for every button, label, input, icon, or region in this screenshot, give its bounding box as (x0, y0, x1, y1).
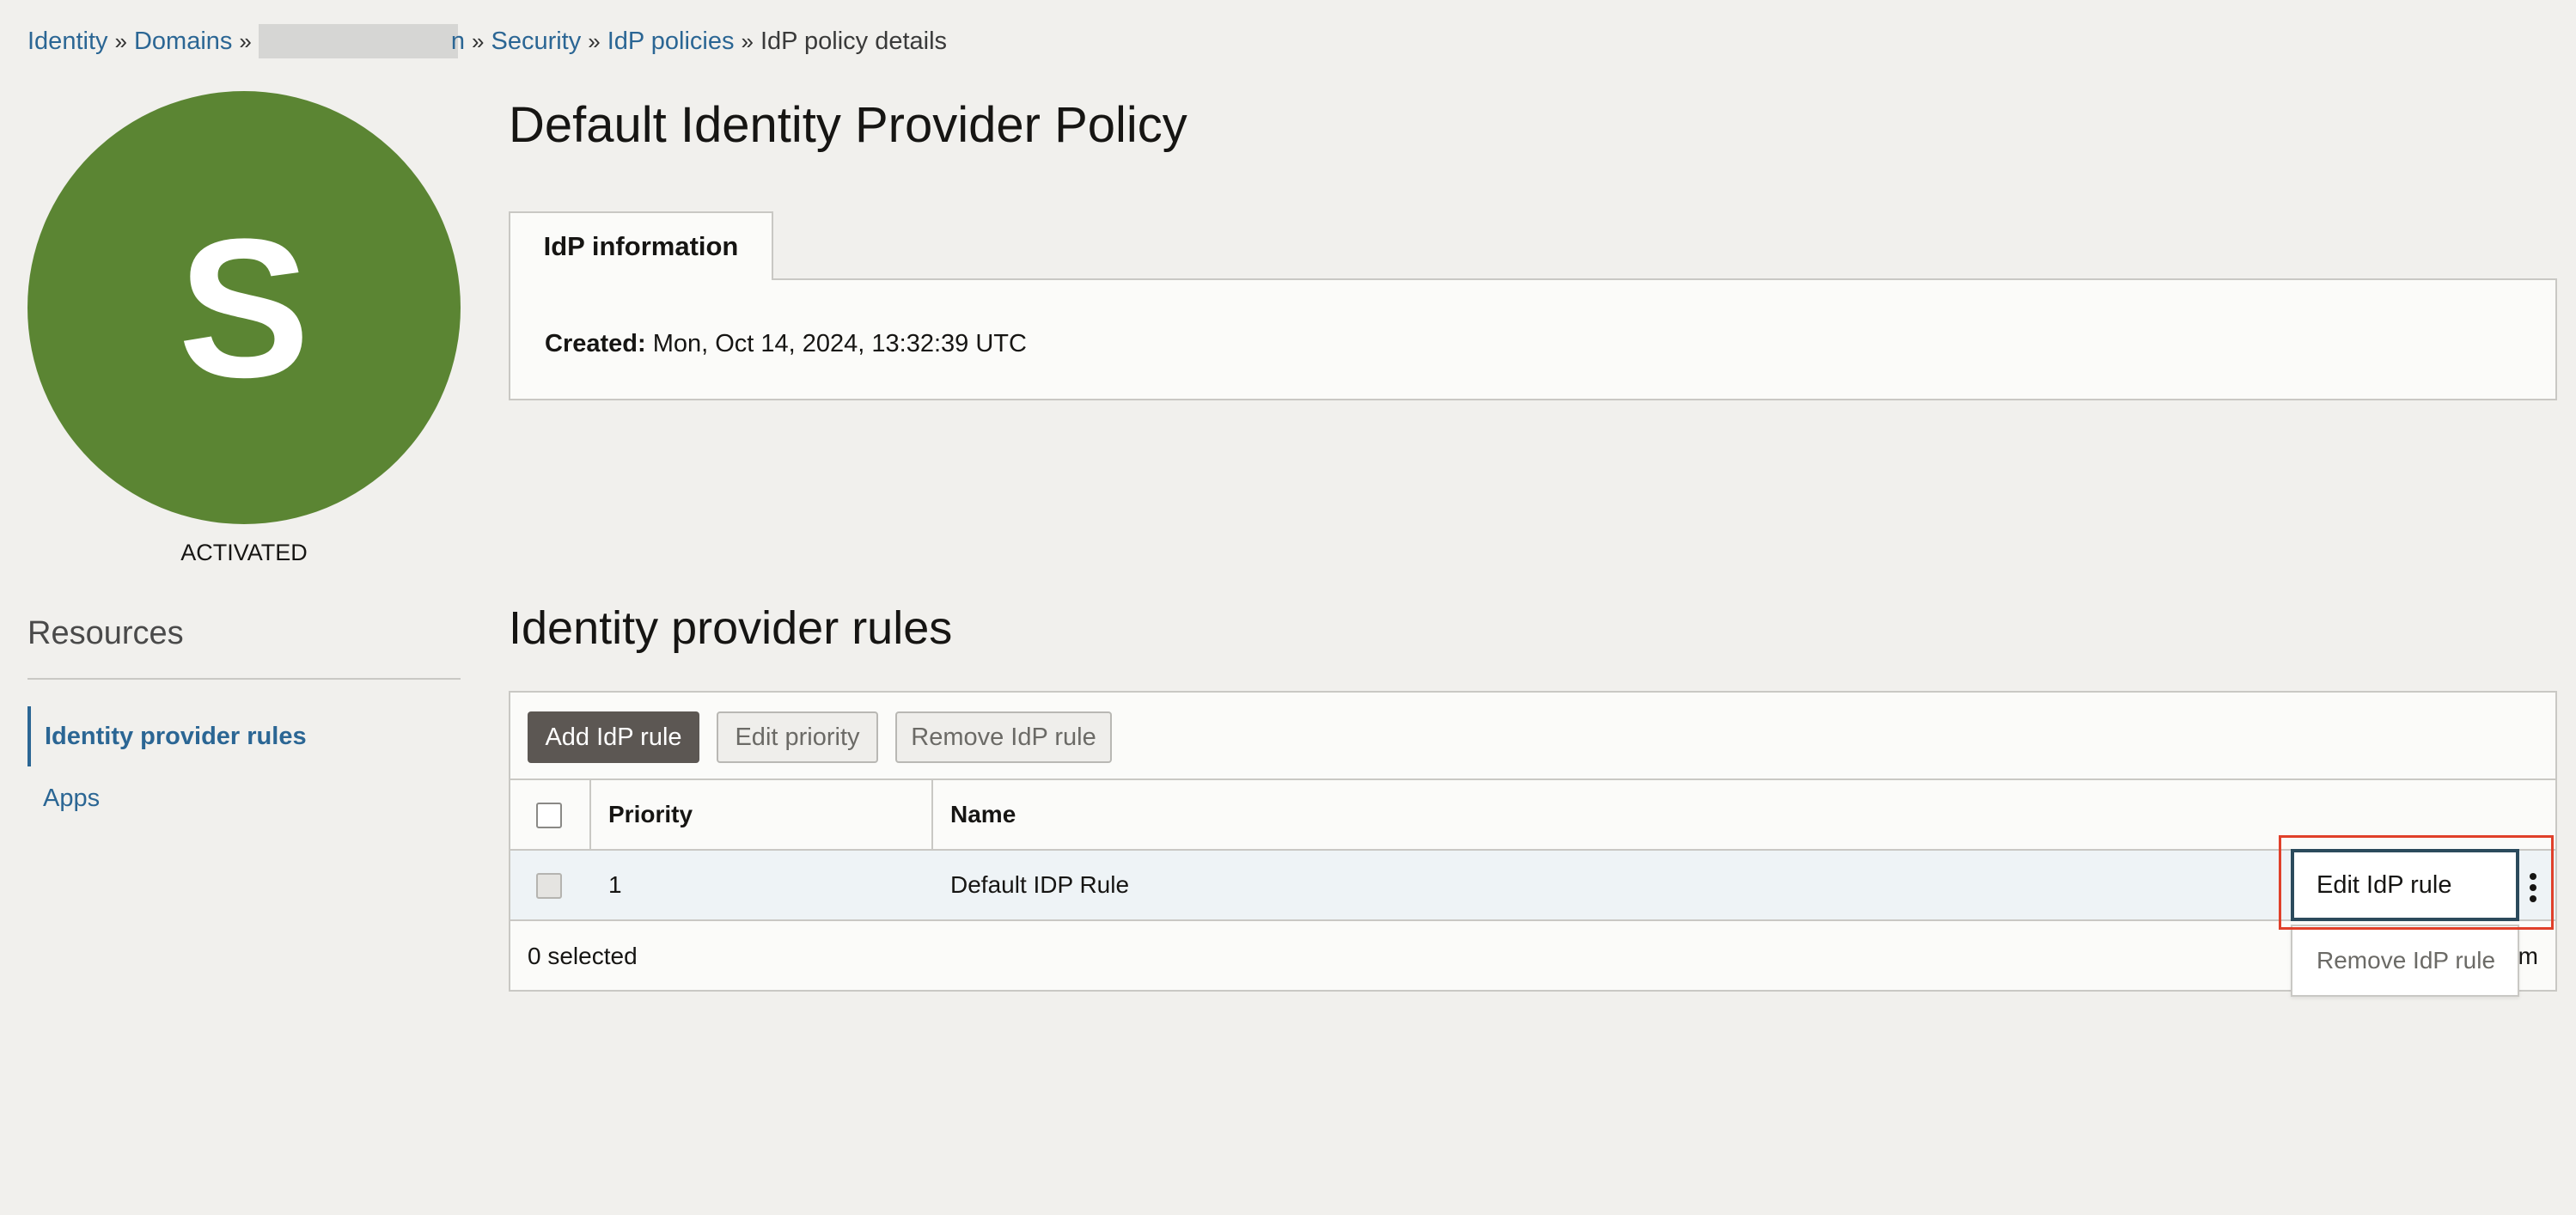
breadcrumb-idp-policies[interactable]: IdP policies (607, 27, 735, 56)
resources-divider (27, 678, 461, 680)
selected-count: 0 selected (528, 943, 638, 969)
breadcrumb-current: IdP policy details (760, 27, 948, 55)
remove-idp-rule-button[interactable]: Remove IdP rule (895, 711, 1112, 763)
menu-item-edit-idp-rule[interactable]: Edit IdP rule (2291, 849, 2519, 921)
page-title: Default Identity Provider Policy (509, 97, 1187, 153)
breadcrumb-domain-tail[interactable]: n (451, 27, 465, 56)
row-checkbox[interactable] (536, 873, 562, 899)
row-priority: 1 (608, 871, 622, 898)
breadcrumb-identity[interactable]: Identity (27, 27, 108, 56)
breadcrumb-domain-redacted[interactable] (258, 24, 458, 58)
breadcrumb-domains[interactable]: Domains (134, 27, 232, 56)
table-footer: 0 selected m (510, 921, 2555, 992)
edit-priority-button[interactable]: Edit priority (717, 711, 878, 763)
footer-tail-text: m (2518, 943, 2538, 969)
tab-idp-information[interactable]: IdP information (509, 211, 773, 280)
column-divider (931, 780, 933, 849)
column-header-priority[interactable]: Priority (608, 780, 693, 849)
table-row[interactable]: 1 Default IDP Rule (510, 851, 2555, 921)
table-header: Priority Name (510, 780, 2555, 851)
breadcrumb-separator: » (588, 27, 601, 54)
breadcrumb-security[interactable]: Security (491, 27, 581, 56)
breadcrumb-separator: » (472, 27, 485, 54)
row-name: Default IDP Rule (950, 871, 1130, 898)
avatar: S (27, 91, 461, 524)
column-divider (589, 780, 591, 849)
created-field: Created: Mon, Oct 14, 2024, 13:32:39 UTC (545, 330, 1027, 358)
select-all-checkbox[interactable] (536, 803, 562, 828)
resource-item-identity-provider-rules[interactable]: Identity provider rules (27, 706, 461, 766)
kebab-icon[interactable] (2518, 863, 2549, 913)
breadcrumb-separator: » (741, 27, 754, 54)
status-label: ACTIVATED (180, 540, 308, 565)
resources-heading: Resources (27, 615, 184, 651)
avatar-letter: S (178, 197, 310, 418)
created-label: Created: (545, 330, 646, 357)
rules-toolbar: Add IdP rule Edit priority Remove IdP ru… (510, 693, 2555, 780)
rules-table-card: Add IdP rule Edit priority Remove IdP ru… (509, 691, 2557, 992)
section-title-identity-provider-rules: Identity provider rules (509, 602, 953, 654)
breadcrumb: Identity » Domains » n » Security » IdP … (27, 24, 947, 58)
created-value: Mon, Oct 14, 2024, 13:32:39 UTC (652, 330, 1027, 357)
idp-information-panel: Created: Mon, Oct 14, 2024, 13:32:39 UTC (509, 278, 2557, 400)
breadcrumb-separator: » (239, 27, 252, 54)
resource-item-apps[interactable]: Apps (27, 768, 461, 828)
menu-item-remove-idp-rule[interactable]: Remove IdP rule (2291, 925, 2519, 997)
add-idp-rule-button[interactable]: Add IdP rule (528, 711, 699, 763)
breadcrumb-separator: » (114, 27, 127, 54)
column-header-name[interactable]: Name (950, 780, 1016, 849)
